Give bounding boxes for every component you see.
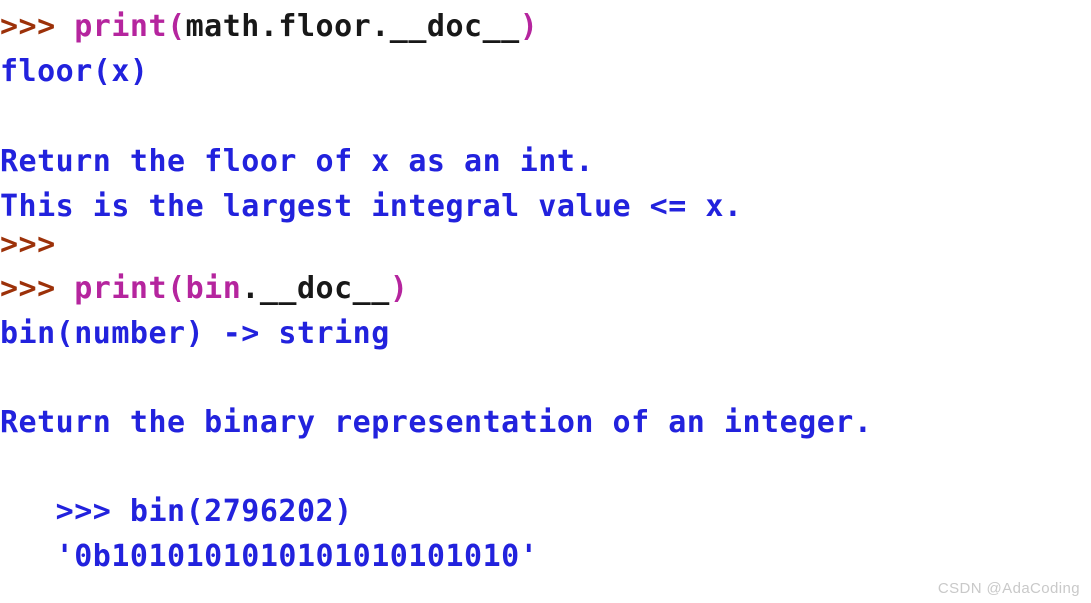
repl-output-line: '0b1010101010101010101010' xyxy=(0,534,1091,579)
token-plain: .__doc__ xyxy=(241,271,390,306)
token-output: Return the floor of x as an int. xyxy=(0,144,594,179)
token-punct: ) xyxy=(389,271,409,306)
token-prompt: >>> xyxy=(0,9,75,44)
repl-output-line: Return the binary representation of an i… xyxy=(0,400,1091,445)
token-output: Return the binary representation of an i… xyxy=(0,405,873,440)
repl-output-line: Return the floor of x as an int. xyxy=(0,139,1091,184)
token-builtin: bin xyxy=(185,271,242,306)
token-output: '0b1010101010101010101010' xyxy=(0,539,539,574)
repl-output-line: >>> bin(2796202) xyxy=(0,489,1091,534)
repl-input-line: >>> xyxy=(0,222,1091,267)
repl-input-line: >>> print(math.floor.__doc__) xyxy=(0,4,1091,49)
python-repl-transcript: >>> print(math.floor.__doc__) floor(x) Ret… xyxy=(0,0,1091,603)
csdn-watermark: CSDN @AdaCoding xyxy=(937,580,1080,597)
token-prompt: >>> xyxy=(0,227,56,262)
token-punct: ) xyxy=(519,9,539,44)
token-punct: ( xyxy=(167,9,186,44)
token-output: This is the largest integral value <= x. xyxy=(0,189,743,224)
token-plain: math.floor.__doc__ xyxy=(185,9,520,44)
token-builtin: print xyxy=(74,271,168,306)
repl-blank-line xyxy=(0,445,1091,490)
repl-blank-line xyxy=(0,94,1091,139)
token-output: >>> bin(2796202) xyxy=(0,494,353,529)
repl-input-line: >>> print(bin.__doc__) xyxy=(0,266,1091,311)
token-prompt: >>> xyxy=(0,271,75,306)
repl-output-line: bin(number) -> string xyxy=(0,311,1091,356)
token-builtin: print xyxy=(74,9,168,44)
token-output: floor(x) xyxy=(0,54,149,89)
repl-output-line: floor(x) xyxy=(0,49,1091,94)
token-punct: ( xyxy=(167,271,186,306)
repl-blank-line xyxy=(0,356,1091,401)
token-output: bin(number) -> string xyxy=(0,316,390,351)
